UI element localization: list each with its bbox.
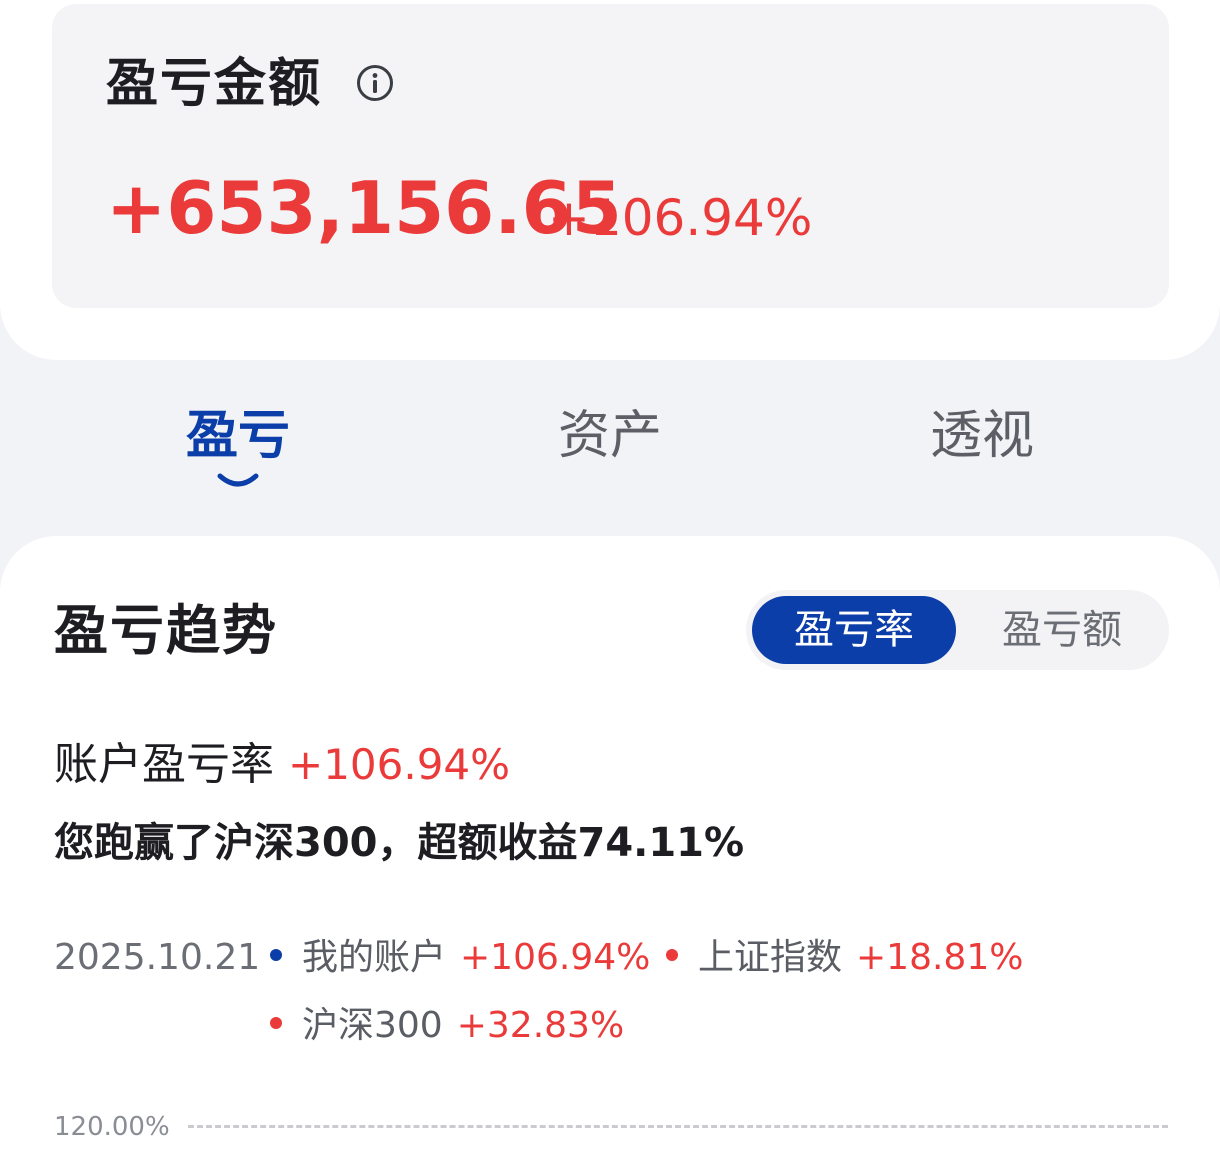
active-tab-indicator (217, 473, 259, 487)
summary-card: 盈亏金额 +653,156.65 +106.94% (0, 0, 1220, 360)
benchmark-beat-text: 您跑赢了沪深300，超额收益74.11% (54, 820, 745, 866)
pnl-trend-card: 盈亏趋势 盈亏率 盈亏额 账户盈亏率 +106.94% 您跑赢了沪深300，超额收… (0, 536, 1220, 1176)
pnl-percent-value: +106.94% (548, 189, 813, 247)
legend-name: 上证指数 (698, 937, 843, 978)
tab-pnl[interactable]: 盈亏 (186, 406, 290, 466)
legend-name: 沪深300 (302, 1005, 443, 1046)
pnl-summary-box: 盈亏金额 +653,156.65 +106.94% (52, 4, 1169, 308)
pnl-amount-title: 盈亏金额 (106, 54, 323, 114)
tab-assets[interactable]: 资产 (558, 406, 662, 466)
info-circle-icon[interactable] (356, 64, 394, 102)
legend-name: 我的账户 (302, 937, 447, 978)
legend-dot (666, 949, 678, 961)
pnl-amount-value: +653,156.65 (106, 166, 622, 250)
y-axis-top-label: 120.00% (54, 1112, 170, 1142)
chart-gridline (188, 1125, 1168, 1128)
tab-perspective[interactable]: 透视 (930, 406, 1034, 466)
legend-value: +18.81% (856, 937, 1024, 978)
legend-dot (270, 1017, 282, 1029)
main-tabs: 盈亏 资产 透视 (0, 390, 1220, 500)
legend-item-sse-index: 上证指数 +18.81% (666, 934, 1023, 982)
trend-mode-toggle: 盈亏率 盈亏额 (746, 590, 1169, 670)
legend-value: +106.94% (460, 937, 651, 978)
account-rate-value: +106.94% (288, 740, 511, 789)
trend-title: 盈亏趋势 (54, 599, 278, 662)
legend-dot (270, 949, 282, 961)
legend-item-my-account: 我的账户 +106.94% (270, 934, 650, 982)
legend-date: 2025.10.21 (54, 937, 261, 978)
toggle-pnl-amount-button[interactable]: 盈亏额 (960, 596, 1164, 664)
legend-value: +32.83% (456, 1005, 625, 1046)
toggle-pnl-rate-button[interactable]: 盈亏率 (752, 596, 956, 664)
legend-item-csi300: 沪深300 +32.83% (270, 1002, 624, 1050)
account-rate-label: 账户盈亏率 (54, 739, 274, 790)
account-rate-line: 账户盈亏率 +106.94% (54, 736, 510, 803)
